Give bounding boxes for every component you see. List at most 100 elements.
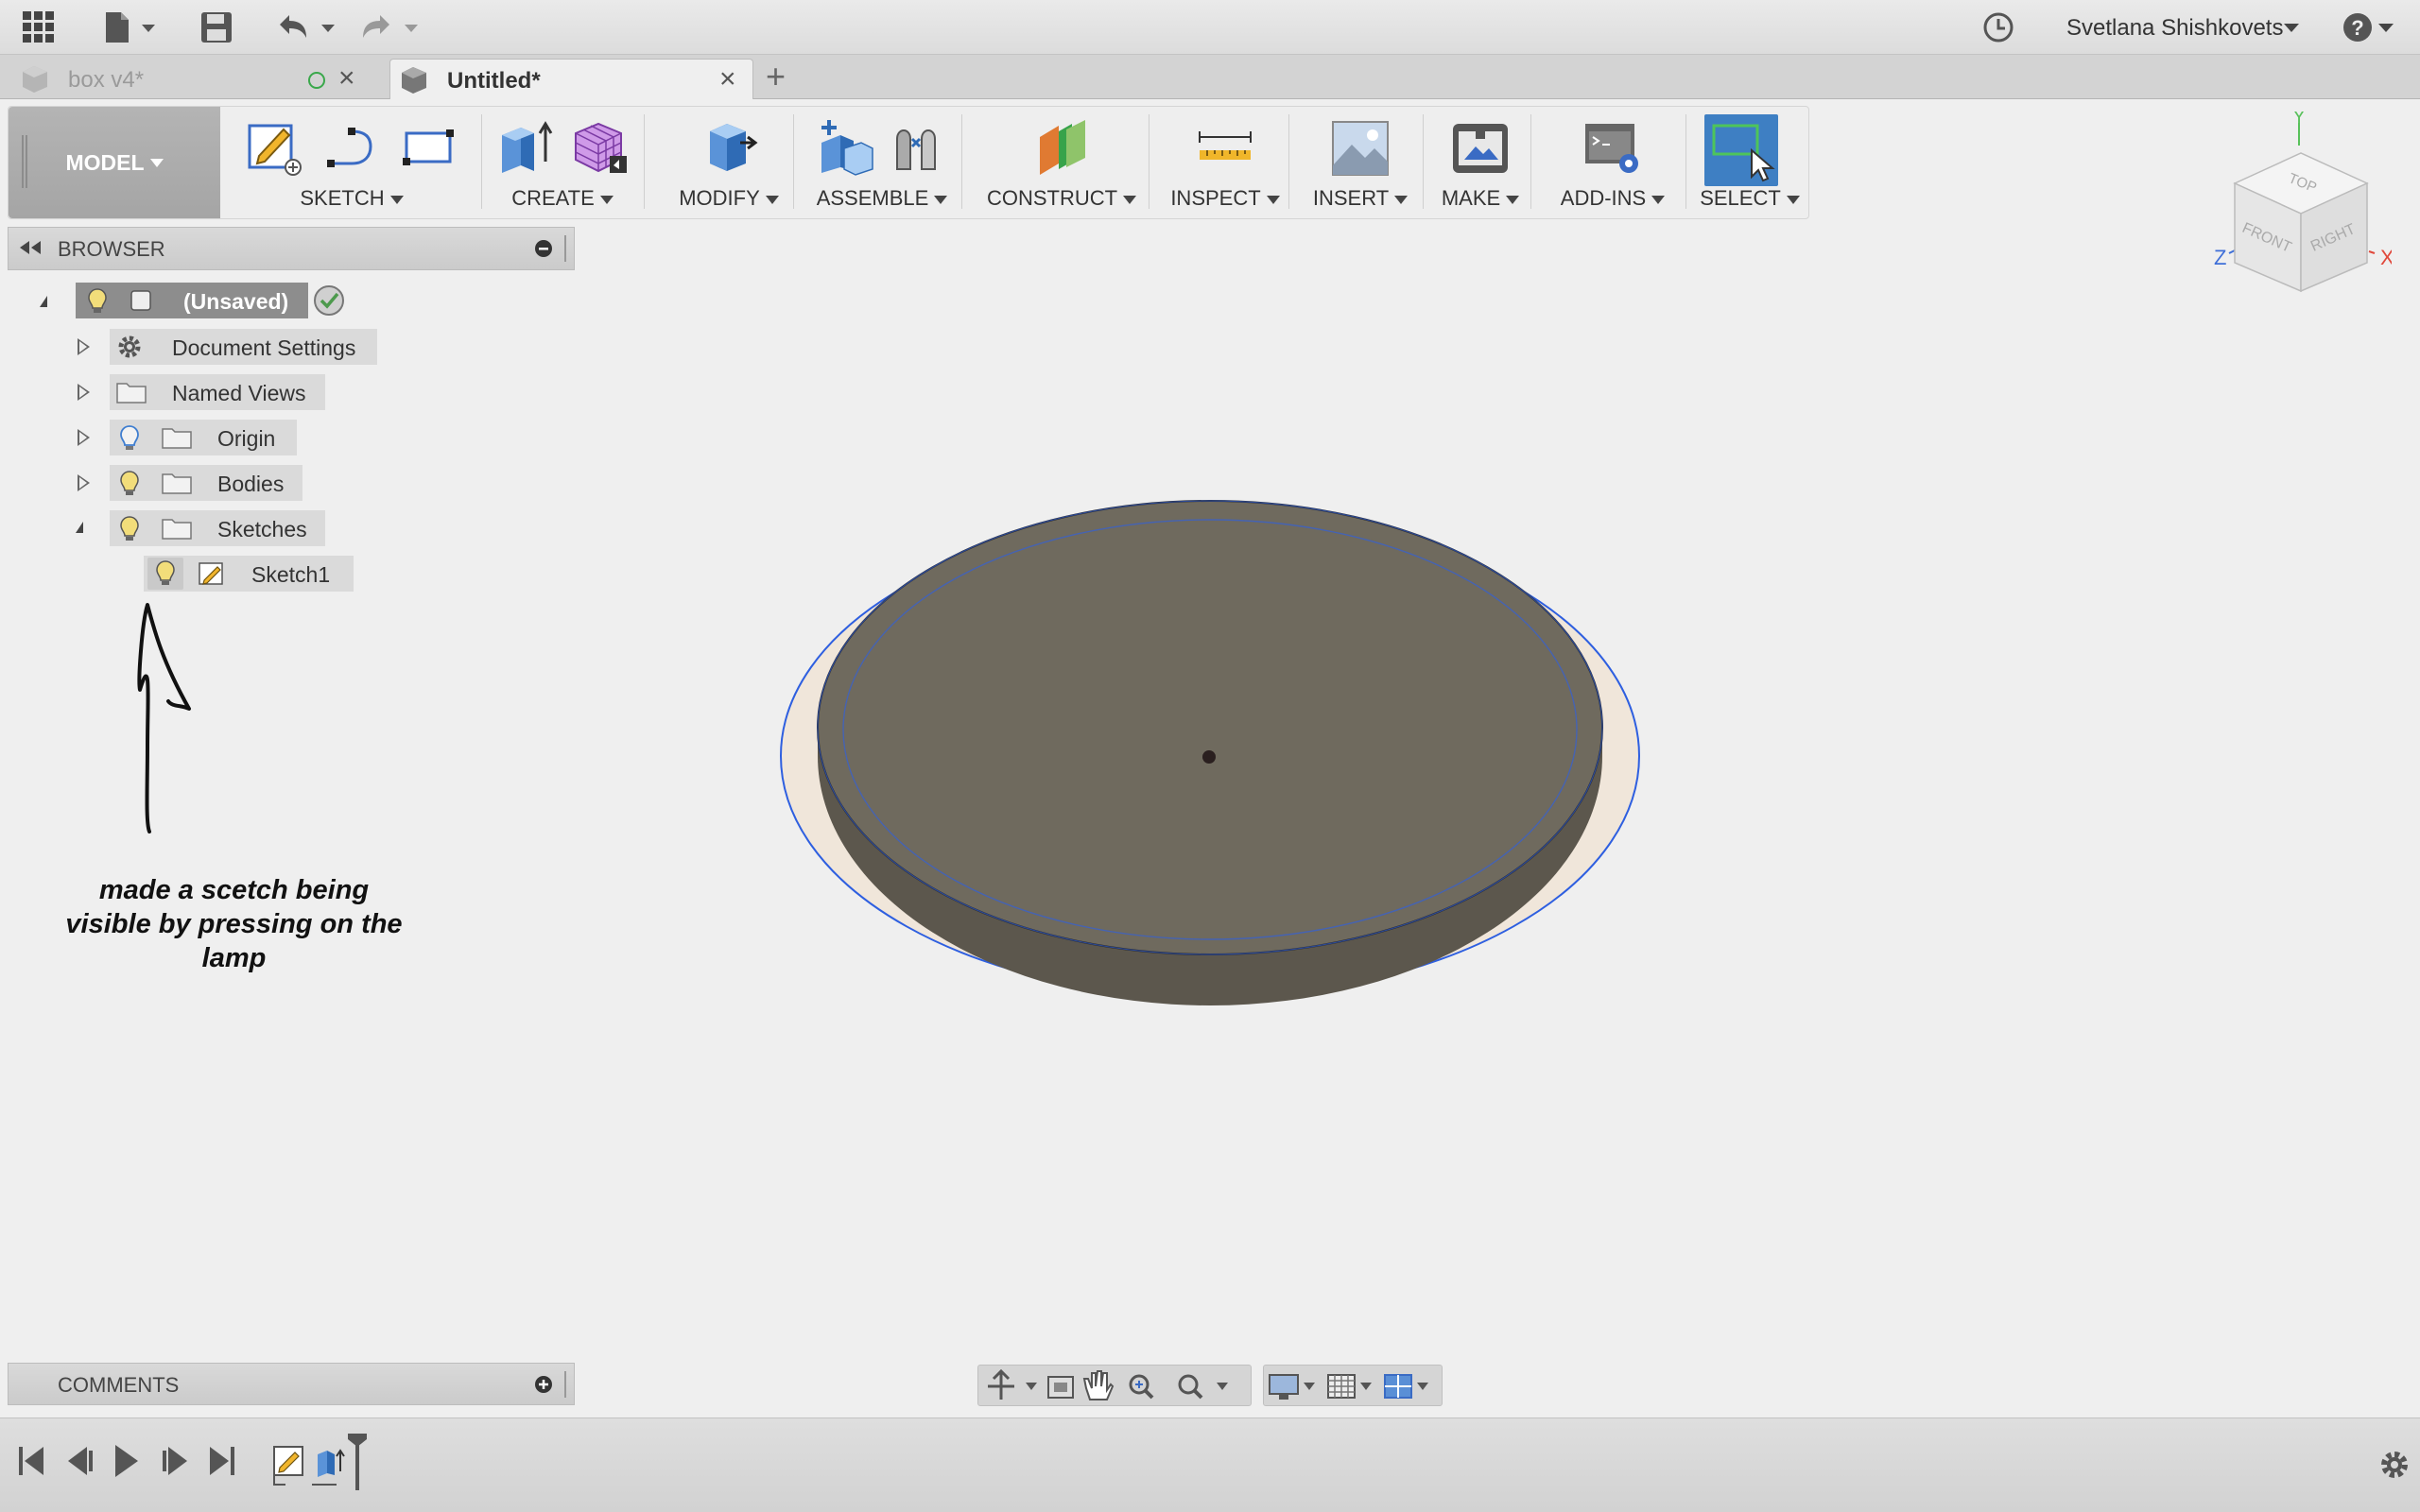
timeline-marker[interactable] <box>348 1434 367 1490</box>
step-forward-icon[interactable] <box>163 1447 187 1475</box>
zoom-icon[interactable] <box>1129 1374 1154 1400</box>
joint-icon[interactable] <box>890 118 948 177</box>
display-settings-icon[interactable] <box>1269 1374 1315 1400</box>
grid-settings-icon[interactable] <box>1327 1374 1372 1399</box>
modify-group[interactable]: MODIFY <box>665 107 793 218</box>
tree-root-row[interactable]: (Unsaved) <box>76 283 308 318</box>
timeline-settings-gear-icon[interactable] <box>2378 1449 2411 1481</box>
viewports-icon[interactable] <box>1384 1374 1428 1399</box>
extrude-icon[interactable] <box>496 118 555 177</box>
collapse-browser-icon[interactable] <box>18 237 43 258</box>
orbit-icon[interactable] <box>988 1368 1037 1400</box>
lightbulb-icon[interactable] <box>115 469 144 497</box>
pan-icon[interactable] <box>1082 1370 1115 1400</box>
cylinder-top-face[interactable] <box>817 500 1603 955</box>
collapsed-triangle-icon[interactable] <box>78 474 90 491</box>
press-pull-icon[interactable] <box>699 118 759 177</box>
app-grid-icon[interactable] <box>21 9 57 45</box>
look-at-icon[interactable] <box>1047 1376 1074 1399</box>
timeline-extrude-feature-icon[interactable] <box>312 1449 345 1486</box>
make-group[interactable]: MAKE <box>1430 107 1530 218</box>
collapsed-triangle-icon[interactable] <box>78 429 90 446</box>
go-to-start-icon[interactable] <box>19 1447 43 1475</box>
viewcube[interactable]: Y X Z TOP FRONT RIGHT <box>2203 112 2392 301</box>
offline-status-icon <box>306 70 327 91</box>
form-icon[interactable] <box>570 118 629 177</box>
construct-group[interactable]: CONSTRUCT <box>971 107 1152 218</box>
3d-print-icon[interactable] <box>1451 118 1510 177</box>
document-icon <box>19 64 51 93</box>
folder-icon <box>161 516 193 541</box>
inspect-group[interactable]: INSPECT <box>1160 107 1290 218</box>
select-tool-active[interactable] <box>1704 114 1778 186</box>
tab-label: Untitled* <box>447 68 541 94</box>
step-back-icon[interactable] <box>68 1447 93 1475</box>
tree-item-document-settings[interactable]: Document Settings <box>110 329 377 365</box>
lightbulb-icon[interactable] <box>115 514 144 542</box>
rectangle-tool-icon[interactable] <box>401 118 458 177</box>
tab-untitled[interactable]: Untitled* × <box>389 59 753 99</box>
browser-resize-handle[interactable] <box>564 235 567 262</box>
add-ins-group[interactable]: ADD-INS <box>1540 107 1685 218</box>
tab-box-v4[interactable]: box v4* × <box>0 59 375 99</box>
help-icon[interactable]: ? <box>2341 9 2397 45</box>
clock-icon[interactable] <box>1981 9 2015 45</box>
play-icon[interactable] <box>115 1445 138 1477</box>
user-name[interactable]: Svetlana Shishkovets <box>2066 15 2283 42</box>
tree-item-bodies[interactable]: Bodies <box>110 465 302 501</box>
file-icon[interactable] <box>102 9 159 45</box>
tree-item-sketches[interactable]: Sketches <box>110 510 325 546</box>
main-toolbar: MODEL SKETCH CREATE MODIFY ASSEMBLE CONS… <box>8 106 1809 219</box>
create-sketch-icon[interactable] <box>246 118 302 177</box>
add-comment-icon[interactable] <box>534 1375 553 1394</box>
tree-item-label: Named Views <box>172 381 306 405</box>
close-tab-icon[interactable]: × <box>338 62 355 94</box>
go-to-end-icon[interactable] <box>210 1447 234 1475</box>
tree-item-named-views[interactable]: Named Views <box>110 374 325 410</box>
collapsed-triangle-icon[interactable] <box>78 384 90 401</box>
undo-icon[interactable] <box>274 9 340 45</box>
sketch-group-label: SKETCH <box>300 186 385 210</box>
select-group[interactable]: SELECT <box>1697 107 1803 218</box>
create-group-label: CREATE <box>511 186 595 210</box>
sketch-center-point[interactable] <box>1202 750 1216 764</box>
user-menu-chevron-icon[interactable] <box>2282 9 2301 45</box>
assemble-group[interactable]: ASSEMBLE <box>803 107 961 218</box>
insert-image-icon[interactable] <box>1331 118 1390 177</box>
offset-plane-icon[interactable] <box>1032 118 1091 177</box>
lightbulb-off-icon[interactable] <box>115 423 144 452</box>
save-icon[interactable] <box>199 9 234 45</box>
comments-resize-handle[interactable] <box>564 1371 567 1398</box>
measure-icon[interactable] <box>1196 118 1254 177</box>
collapsed-triangle-icon[interactable] <box>78 338 90 355</box>
viewcube-axis-z: Z <box>2214 246 2226 269</box>
expanded-triangle-icon[interactable] <box>40 296 47 307</box>
activate-component-icon[interactable] <box>312 284 346 318</box>
redo-icon[interactable] <box>357 9 424 45</box>
viewport-canvas[interactable] <box>766 484 1654 1013</box>
folder-icon <box>115 380 147 404</box>
tree-item-origin[interactable]: Origin <box>110 420 297 455</box>
close-tab-icon[interactable]: × <box>719 63 736 95</box>
browser-minimize-icon[interactable] <box>534 239 553 258</box>
new-component-icon[interactable] <box>816 118 874 177</box>
timeline-sketch-feature-icon[interactable] <box>273 1446 303 1486</box>
browser-header[interactable]: BROWSER <box>8 227 575 270</box>
comments-panel-header[interactable]: COMMENTS <box>8 1363 575 1405</box>
insert-group[interactable]: INSERT <box>1298 107 1423 218</box>
viewcube-axis-y: Y <box>2292 112 2305 128</box>
annotation-note: made a scetch being visible by pressing … <box>38 873 430 975</box>
new-tab-icon[interactable]: + <box>766 57 786 96</box>
sketch-group[interactable]: SKETCH <box>228 107 475 218</box>
folder-icon <box>161 425 193 450</box>
workspace-switcher[interactable]: MODEL <box>9 107 220 218</box>
lightbulb-icon[interactable] <box>83 286 112 315</box>
scripts-icon[interactable] <box>1583 118 1642 177</box>
lightbulb-icon[interactable] <box>147 558 183 590</box>
line-tool-icon[interactable] <box>323 118 380 177</box>
expanded-triangle-icon[interactable] <box>76 522 83 533</box>
toolbar-grip[interactable] <box>22 135 27 188</box>
tree-item-sketch1[interactable]: Sketch1 <box>144 556 354 592</box>
fit-view-icon[interactable] <box>1178 1374 1228 1400</box>
create-group[interactable]: CREATE <box>487 107 638 218</box>
